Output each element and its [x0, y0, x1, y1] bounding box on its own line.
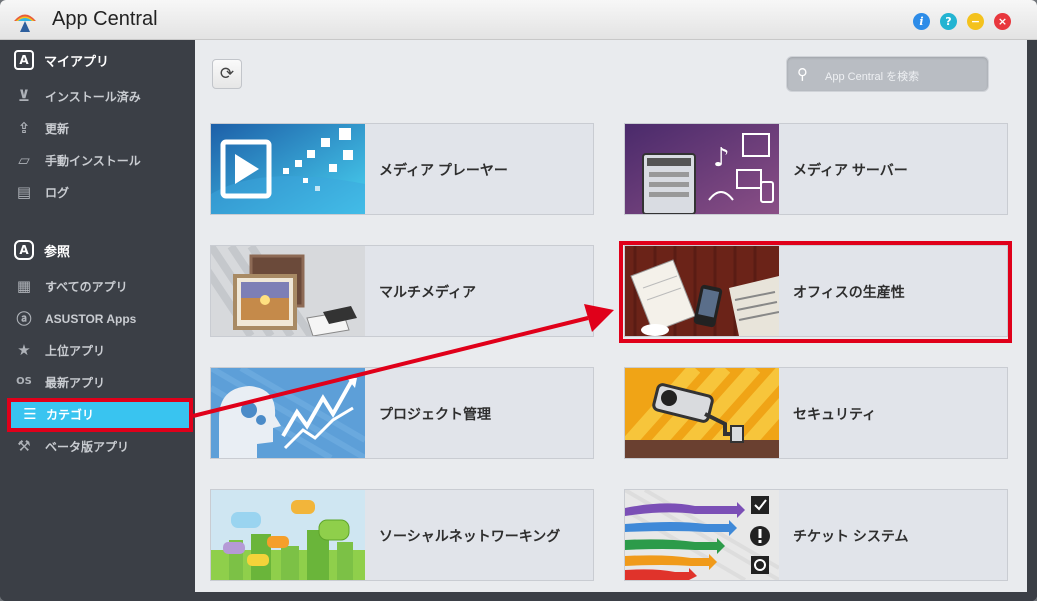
sidebar-section-my-apps[interactable]: A マイアプリ — [14, 48, 109, 72]
social-networking-thumbnail — [211, 490, 365, 580]
category-label: メディア プレーヤー — [379, 162, 508, 178]
window-title: App Central — [52, 8, 158, 30]
close-button[interactable]: × — [994, 13, 1011, 30]
category-label: チケット システム — [793, 528, 909, 544]
hammer-icon: ⚒ — [17, 437, 31, 455]
highlight-box-categories — [7, 398, 193, 432]
ticket-system-thumbnail — [625, 490, 779, 580]
sidebar-item-new-apps[interactable]: OS 最新アプリ — [14, 370, 195, 394]
sidebar-section-label: 参照 — [44, 243, 71, 259]
sidebar-item-label: 更新 — [45, 121, 70, 136]
info-button[interactable]: i — [913, 13, 930, 30]
window-frame-right — [1027, 40, 1037, 601]
sidebar-item-log[interactable]: ▤ ログ — [14, 180, 195, 204]
sidebar-item-top-apps[interactable]: ★ 上位アプリ — [14, 338, 195, 362]
folder-icon: ▱ — [18, 151, 30, 169]
category-label: ソーシャルネットワーキング — [379, 528, 561, 544]
sidebar-item-label: インストール済み — [45, 89, 141, 104]
category-label: マルチメディア — [379, 284, 477, 300]
sidebar-item-asustor-apps[interactable]: ⓐ ASUSTOR Apps — [14, 307, 195, 331]
category-label: オフィスの生産性 — [793, 284, 905, 300]
window-frame-bottom — [195, 592, 1037, 601]
category-tile-project-management[interactable]: プロジェクト管理 — [210, 367, 594, 459]
category-label: メディア サーバー — [793, 162, 908, 178]
my-apps-icon: A — [14, 50, 34, 70]
category-tile-office-productivity[interactable]: オフィスの生産性 — [624, 245, 1008, 337]
main-content: ⟳ ⚲ App Central を検索 メディア プレーヤー ♪ メディア サー… — [195, 40, 1027, 592]
update-icon: ⇪ — [17, 119, 31, 137]
refresh-button[interactable]: ⟳ — [212, 59, 242, 89]
category-tile-media-server[interactable]: ♪ メディア サーバー — [624, 123, 1008, 215]
sidebar-item-beta-apps[interactable]: ⚒ ベータ版アプリ — [14, 434, 195, 458]
sidebar-item-label: 最新アプリ — [45, 375, 106, 390]
os-icon: OS — [16, 376, 32, 387]
sidebar-item-label: ASUSTOR Apps — [45, 312, 137, 326]
sidebar-item-label: 上位アプリ — [45, 343, 106, 358]
title-bar: App Central i ? − × — [0, 0, 1037, 40]
category-tile-media-player[interactable]: メディア プレーヤー — [210, 123, 594, 215]
category-label: セキュリティ — [793, 406, 877, 422]
sidebar-item-installed[interactable]: ⊻ インストール済み — [14, 84, 195, 108]
category-tile-social-networking[interactable]: ソーシャルネットワーキング — [210, 489, 594, 581]
category-tile-ticket-system[interactable]: チケット システム — [624, 489, 1008, 581]
multimedia-thumbnail — [211, 246, 365, 336]
office-productivity-thumbnail — [625, 246, 779, 336]
category-tile-security[interactable]: セキュリティ — [624, 367, 1008, 459]
category-label: プロジェクト管理 — [379, 406, 491, 422]
sidebar-item-all-apps[interactable]: ▦ すべてのアプリ — [14, 274, 195, 298]
sidebar-item-update[interactable]: ⇪ 更新 — [14, 116, 195, 140]
sidebar-section-browse[interactable]: A 参照 — [14, 238, 70, 262]
app-central-window: App Central i ? − × A マイアプリ ⊻ インストール済み ⇪… — [0, 0, 1037, 601]
sidebar: A マイアプリ ⊻ インストール済み ⇪ 更新 ▱ 手動インストール ▤ ログ … — [0, 40, 195, 601]
app-central-logo-icon — [14, 14, 36, 32]
sidebar-item-manual-install[interactable]: ▱ 手動インストール — [14, 148, 195, 172]
media-player-thumbnail — [211, 124, 365, 214]
grid-icon: ▦ — [16, 277, 32, 295]
sidebar-item-label: 手動インストール — [45, 153, 141, 168]
category-tile-multimedia[interactable]: マルチメディア — [210, 245, 594, 337]
project-management-thumbnail — [211, 368, 365, 458]
search-input[interactable]: ⚲ App Central を検索 — [786, 56, 989, 92]
asustor-icon: ⓐ — [16, 310, 32, 328]
log-icon: ▤ — [16, 183, 32, 201]
minimize-button[interactable]: − — [967, 13, 984, 30]
star-icon: ★ — [17, 341, 31, 359]
search-placeholder: App Central を検索 — [825, 71, 920, 83]
sidebar-section-label: マイアプリ — [44, 53, 110, 69]
security-thumbnail — [625, 368, 779, 458]
media-server-thumbnail: ♪ — [625, 124, 779, 214]
help-button[interactable]: ? — [940, 13, 957, 30]
browse-icon: A — [14, 240, 34, 260]
sidebar-item-label: すべてのアプリ — [45, 279, 128, 294]
search-icon: ⚲ — [797, 65, 808, 83]
sidebar-item-label: ログ — [45, 185, 70, 200]
installed-icon: ⊻ — [17, 87, 31, 105]
svg-text:♪: ♪ — [713, 143, 730, 173]
sidebar-item-label: ベータ版アプリ — [45, 439, 130, 454]
